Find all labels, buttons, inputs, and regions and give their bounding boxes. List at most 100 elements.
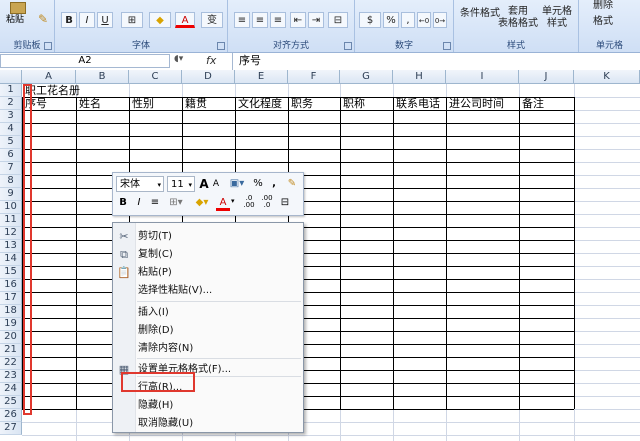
row-header-23[interactable]: 23 — [0, 370, 22, 383]
context-menu-item[interactable]: 复制(C) — [137, 246, 302, 264]
column-header-I[interactable]: I — [446, 70, 519, 84]
mini-merge-button[interactable]: ⊟ — [277, 195, 293, 211]
row-header-12[interactable]: 12 — [0, 227, 22, 240]
row-header-26[interactable]: 26 — [0, 409, 22, 422]
header-cell[interactable]: 姓名 — [79, 97, 101, 110]
comma-button[interactable]: , — [401, 12, 415, 28]
row-header-21[interactable]: 21 — [0, 344, 22, 357]
clipboard-launcher[interactable] — [44, 42, 52, 50]
select-all-corner[interactable] — [0, 70, 22, 84]
paste-button[interactable]: 粘贴 — [4, 2, 30, 34]
header-cell[interactable]: 进公司时间 — [449, 97, 504, 110]
italic-button[interactable]: I — [79, 12, 95, 28]
font-color-button[interactable]: A — [175, 12, 195, 28]
header-cell[interactable]: 籍贯 — [185, 97, 207, 110]
column-header-B[interactable]: B — [76, 70, 129, 84]
row-header-2[interactable]: 2 — [0, 97, 22, 110]
column-header-H[interactable]: H — [393, 70, 446, 84]
column-header-K[interactable]: K — [574, 70, 640, 84]
format-as-table-button[interactable]: 套用 表格格式 — [498, 6, 538, 30]
decrease-decimal-button[interactable]: 0→ — [433, 12, 447, 28]
row-header-5[interactable]: 5 — [0, 136, 22, 149]
row-header-7[interactable]: 7 — [0, 162, 22, 175]
column-header-J[interactable]: J — [519, 70, 574, 84]
accounting-format-button[interactable]: $ — [359, 12, 381, 28]
row-header-9[interactable]: 9 — [0, 188, 22, 201]
header-cell[interactable]: 文化程度 — [238, 97, 282, 110]
context-menu-item[interactable]: 插入(I) — [137, 304, 302, 322]
column-header-A[interactable]: A — [22, 70, 76, 84]
mini-border-button[interactable]: ⊞▾ — [164, 195, 188, 211]
mini-comma-button[interactable]: , — [268, 176, 280, 192]
row-header-6[interactable]: 6 — [0, 149, 22, 162]
mini-bold-button[interactable]: B — [116, 195, 130, 211]
context-menu-item[interactable]: 剪切(T) — [137, 228, 302, 246]
row-header-19[interactable]: 19 — [0, 318, 22, 331]
row-header-16[interactable]: 16 — [0, 279, 22, 292]
header-cell[interactable]: 职务 — [291, 97, 313, 110]
mini-format-painter-button[interactable]: ✎ — [285, 176, 299, 192]
row-header-27[interactable]: 27 — [0, 422, 22, 435]
sheet-title-cell[interactable]: 职工花名册 — [25, 84, 80, 97]
row-header-20[interactable]: 20 — [0, 331, 22, 344]
formula-input[interactable]: 序号 — [232, 53, 640, 70]
row-header-15[interactable]: 15 — [0, 266, 22, 279]
conditional-format-button[interactable]: 条件格式 — [460, 4, 500, 19]
font-launcher[interactable] — [217, 42, 225, 50]
increase-indent-button[interactable]: ⇥ — [308, 12, 324, 28]
shrink-font-button[interactable]: A — [211, 176, 221, 192]
row-header-3[interactable]: 3 — [0, 110, 22, 123]
format-cells-button[interactable]: 格式 — [593, 12, 613, 27]
increase-decimal-button[interactable]: ←0 — [417, 12, 431, 28]
row-header-25[interactable]: 25 — [0, 396, 22, 409]
align-right-button[interactable]: ≡ — [270, 12, 286, 28]
column-header-E[interactable]: E — [235, 70, 288, 84]
mini-decrease-decimal-button[interactable]: .00 .0 — [259, 195, 275, 211]
align-left-button[interactable]: ≡ — [234, 12, 250, 28]
column-header-F[interactable]: F — [288, 70, 340, 84]
name-box-dropdown-icon[interactable]: ◖▾ — [174, 54, 183, 64]
row-header-11[interactable]: 11 — [0, 214, 22, 227]
font-color-dropdown-icon[interactable]: ▾ — [231, 197, 235, 205]
mini-percent-button[interactable]: % — [251, 176, 265, 192]
underline-button[interactable]: U — [97, 12, 113, 28]
format-painter-icon[interactable]: ✎ — [38, 12, 48, 26]
header-cell[interactable]: 联系电话 — [396, 97, 440, 110]
mini-increase-decimal-button[interactable]: .0 .00 — [241, 195, 257, 211]
row-header-1[interactable]: 1 — [0, 84, 22, 97]
context-menu-item[interactable]: 清除内容(N) — [137, 340, 302, 358]
merge-center-button[interactable]: ⊟ — [328, 12, 348, 28]
percent-button[interactable]: % — [383, 12, 399, 28]
fill-color-button[interactable]: ◆ — [149, 12, 171, 28]
name-box[interactable]: A2 — [0, 54, 170, 68]
decrease-indent-button[interactable]: ⇤ — [290, 12, 306, 28]
context-menu-item[interactable]: 选择性粘贴(V)... — [137, 282, 302, 300]
row-header-13[interactable]: 13 — [0, 240, 22, 253]
insert-function-button[interactable]: fx — [206, 54, 216, 67]
header-cell[interactable]: 性别 — [132, 97, 154, 110]
row-header-4[interactable]: 4 — [0, 123, 22, 136]
column-header-C[interactable]: C — [129, 70, 182, 84]
grow-font-button[interactable]: A — [198, 176, 210, 192]
worksheet-grid[interactable]: A B C D E F G H I J K 1 2 3 4 5 6 7 8 9 10 11 12 13 14 15 16 17 18 19… — [0, 70, 640, 441]
cell-styles-button[interactable]: 单元格 样式 — [542, 6, 572, 30]
row-header-10[interactable]: 10 — [0, 201, 22, 214]
mini-font-color-button[interactable]: A — [216, 195, 230, 211]
header-cell[interactable]: 备注 — [522, 97, 544, 110]
row-header-8[interactable]: 8 — [0, 175, 22, 188]
row-header-14[interactable]: 14 — [0, 253, 22, 266]
row-header-24[interactable]: 24 — [0, 383, 22, 396]
mini-accounting-button[interactable]: ▣▾ — [225, 176, 249, 192]
context-menu-item[interactable]: 粘贴(P) — [137, 264, 302, 282]
number-launcher[interactable] — [443, 42, 451, 50]
bold-button[interactable]: B — [61, 12, 77, 28]
column-header-D[interactable]: D — [182, 70, 235, 84]
column-header-G[interactable]: G — [340, 70, 393, 84]
context-menu-item[interactable]: 隐藏(H) — [137, 397, 302, 415]
mini-fill-color-button[interactable]: ◆▾ — [190, 195, 214, 211]
context-menu-item[interactable]: 取消隐藏(U) — [137, 415, 302, 433]
border-button[interactable]: ⊞ — [121, 12, 143, 28]
mini-font-size-box[interactable]: 11 ▾ — [167, 176, 195, 192]
align-center-button[interactable]: ≡ — [252, 12, 268, 28]
mini-align-center-button[interactable]: ≡ — [148, 195, 162, 211]
